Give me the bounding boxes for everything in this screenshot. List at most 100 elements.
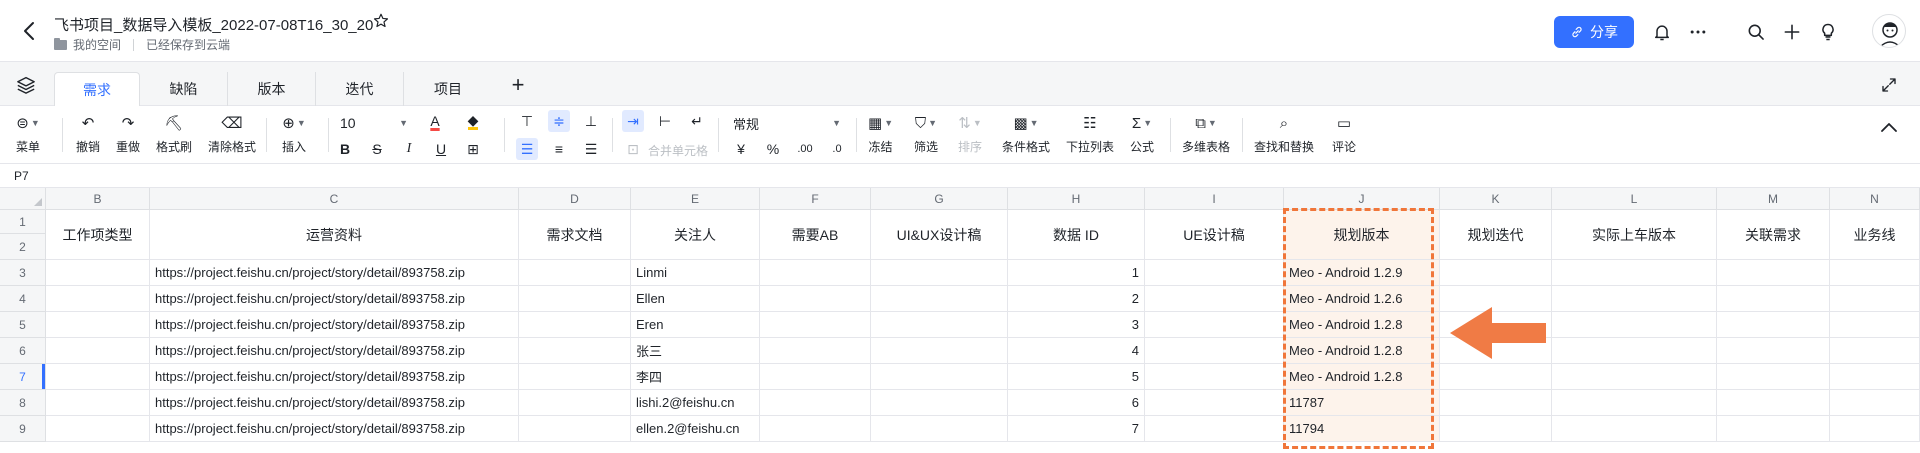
grid-cell-b[interactable] [46,312,150,338]
freeze-button[interactable]: ▦ ▼ 冻结 [868,110,893,155]
formula-button[interactable]: Σ ▼ 公式 [1130,110,1154,155]
column-header-l[interactable]: L [1552,188,1717,210]
expand-icon[interactable] [1880,76,1898,94]
grid-cell-h[interactable]: 5 [1008,364,1145,390]
header-cell-m[interactable]: 关联需求 [1717,210,1830,260]
header-cell-e[interactable]: 关注人 [631,210,760,260]
grid-cell-h[interactable]: 4 [1008,338,1145,364]
underline-icon[interactable]: U [430,138,452,160]
grid-cell-l[interactable] [1552,286,1717,312]
tab-projects[interactable]: 项目 [404,72,492,106]
plus-icon[interactable] [1780,20,1804,44]
grid-cell-l[interactable] [1552,260,1717,286]
align-center-icon[interactable]: ≡ [548,138,570,160]
grid-cell-l[interactable] [1552,312,1717,338]
column-header-g[interactable]: G [871,188,1008,210]
grid-cell-i[interactable] [1145,338,1284,364]
header-cell-j[interactable]: 规划版本 [1284,210,1440,260]
grid-cell-d[interactable] [519,364,631,390]
column-header-e[interactable]: E [631,188,760,210]
grid-cell-h[interactable]: 6 [1008,390,1145,416]
grid-cell-b[interactable] [46,260,150,286]
fill-color-icon[interactable]: ◆ [462,110,484,132]
avatar[interactable] [1872,14,1906,48]
back-icon[interactable] [18,18,40,44]
more-icon[interactable] [1686,20,1710,44]
align-left-icon[interactable]: ☰ [516,138,538,160]
find-replace-button[interactable]: ⌕ 查找和替换 [1254,110,1314,155]
grid-cell-c[interactable]: https://project.feishu.cn/project/story/… [150,416,519,442]
add-sheet-icon[interactable]: + [508,74,528,96]
collapse-icon[interactable] [1880,120,1898,139]
row-header-4[interactable]: 4 [0,286,46,312]
number-format-select[interactable]: 常规 ▼ [733,112,841,134]
grid-cell-e[interactable]: ellen.2@feishu.cn [631,416,760,442]
grid-cell-f[interactable] [760,416,871,442]
row-header-1[interactable]: 1 [0,210,46,234]
layers-icon[interactable] [16,76,36,94]
grid-cell-g[interactable] [871,364,1008,390]
grid-cell-j[interactable]: Meo - Android 1.2.8 [1284,312,1440,338]
strikethrough-icon[interactable]: S [366,138,388,160]
grid-cell-n[interactable] [1830,416,1920,442]
align-top-icon[interactable]: ⊤ [516,110,538,132]
grid-cell-i[interactable] [1145,312,1284,338]
grid-cell-g[interactable] [871,312,1008,338]
multi-table-button[interactable]: ⧉ ▼ 多维表格 [1182,110,1230,155]
grid-cell-c[interactable]: https://project.feishu.cn/project/story/… [150,286,519,312]
grid-cell-h[interactable]: 3 [1008,312,1145,338]
grid-cell-e[interactable]: lishi.2@feishu.cn [631,390,760,416]
grid-cell-m[interactable] [1717,260,1830,286]
grid-cell-k[interactable] [1440,416,1552,442]
grid-cell-g[interactable] [871,338,1008,364]
grid-cell-n[interactable] [1830,260,1920,286]
column-header-f[interactable]: F [760,188,871,210]
grid-cell-m[interactable] [1717,338,1830,364]
grid-cell-h[interactable]: 1 [1008,260,1145,286]
grid-cell-b[interactable] [46,364,150,390]
font-size-select[interactable]: 10 ▼ [340,112,408,134]
doc-title[interactable]: 飞书项目_数据导入模板_2022-07-08T16_30_20 [54,14,373,35]
column-header-d[interactable]: D [519,188,631,210]
grid-cell-f[interactable] [760,260,871,286]
grid-cell-c[interactable]: https://project.feishu.cn/project/story/… [150,364,519,390]
grid-cell-k[interactable] [1440,260,1552,286]
grid-cell-n[interactable] [1830,286,1920,312]
grid-cell-l[interactable] [1552,364,1717,390]
share-button[interactable]: 分享 [1554,16,1634,48]
cell-reference[interactable]: P7 [14,169,29,183]
grid-cell-m[interactable] [1717,286,1830,312]
grid-cell-n[interactable] [1830,364,1920,390]
decrease-decimal-icon[interactable]: .0 [826,138,848,160]
grid-cell-e[interactable]: 李四 [631,364,760,390]
breadcrumb-space[interactable]: 我的空间 [73,36,121,53]
grid-cell-k[interactable] [1440,364,1552,390]
column-header-k[interactable]: K [1440,188,1552,210]
grid-cell-b[interactable] [46,416,150,442]
column-header-b[interactable]: B [46,188,150,210]
grid-cell-m[interactable] [1717,312,1830,338]
header-cell-l[interactable]: 实际上车版本 [1552,210,1717,260]
grid-cell-m[interactable] [1717,390,1830,416]
grid-cell-e[interactable]: 张三 [631,338,760,364]
align-right-icon[interactable]: ☰ [580,138,602,160]
grid-cell-e[interactable]: Eren [631,312,760,338]
grid-cell-n[interactable] [1830,312,1920,338]
column-header-i[interactable]: I [1145,188,1284,210]
align-bottom-icon[interactable]: ⊥ [580,110,602,132]
grid-cell-g[interactable] [871,286,1008,312]
column-header-j[interactable]: J [1284,188,1440,210]
tab-versions[interactable]: 版本 [228,72,316,106]
header-cell-k[interactable]: 规划迭代 [1440,210,1552,260]
grid-cell-d[interactable] [519,390,631,416]
grid-cell-j[interactable]: Meo - Android 1.2.6 [1284,286,1440,312]
grid-cell-i[interactable] [1145,364,1284,390]
grid-cell-f[interactable] [760,364,871,390]
format-painter-button[interactable]: ⛏ 格式刷 [156,110,192,155]
grid-cell-i[interactable] [1145,390,1284,416]
grid-cell-g[interactable] [871,260,1008,286]
grid-cell-l[interactable] [1552,416,1717,442]
grid-cell-f[interactable] [760,390,871,416]
grid-cell-m[interactable] [1717,416,1830,442]
grid-cell-c[interactable]: https://project.feishu.cn/project/story/… [150,260,519,286]
